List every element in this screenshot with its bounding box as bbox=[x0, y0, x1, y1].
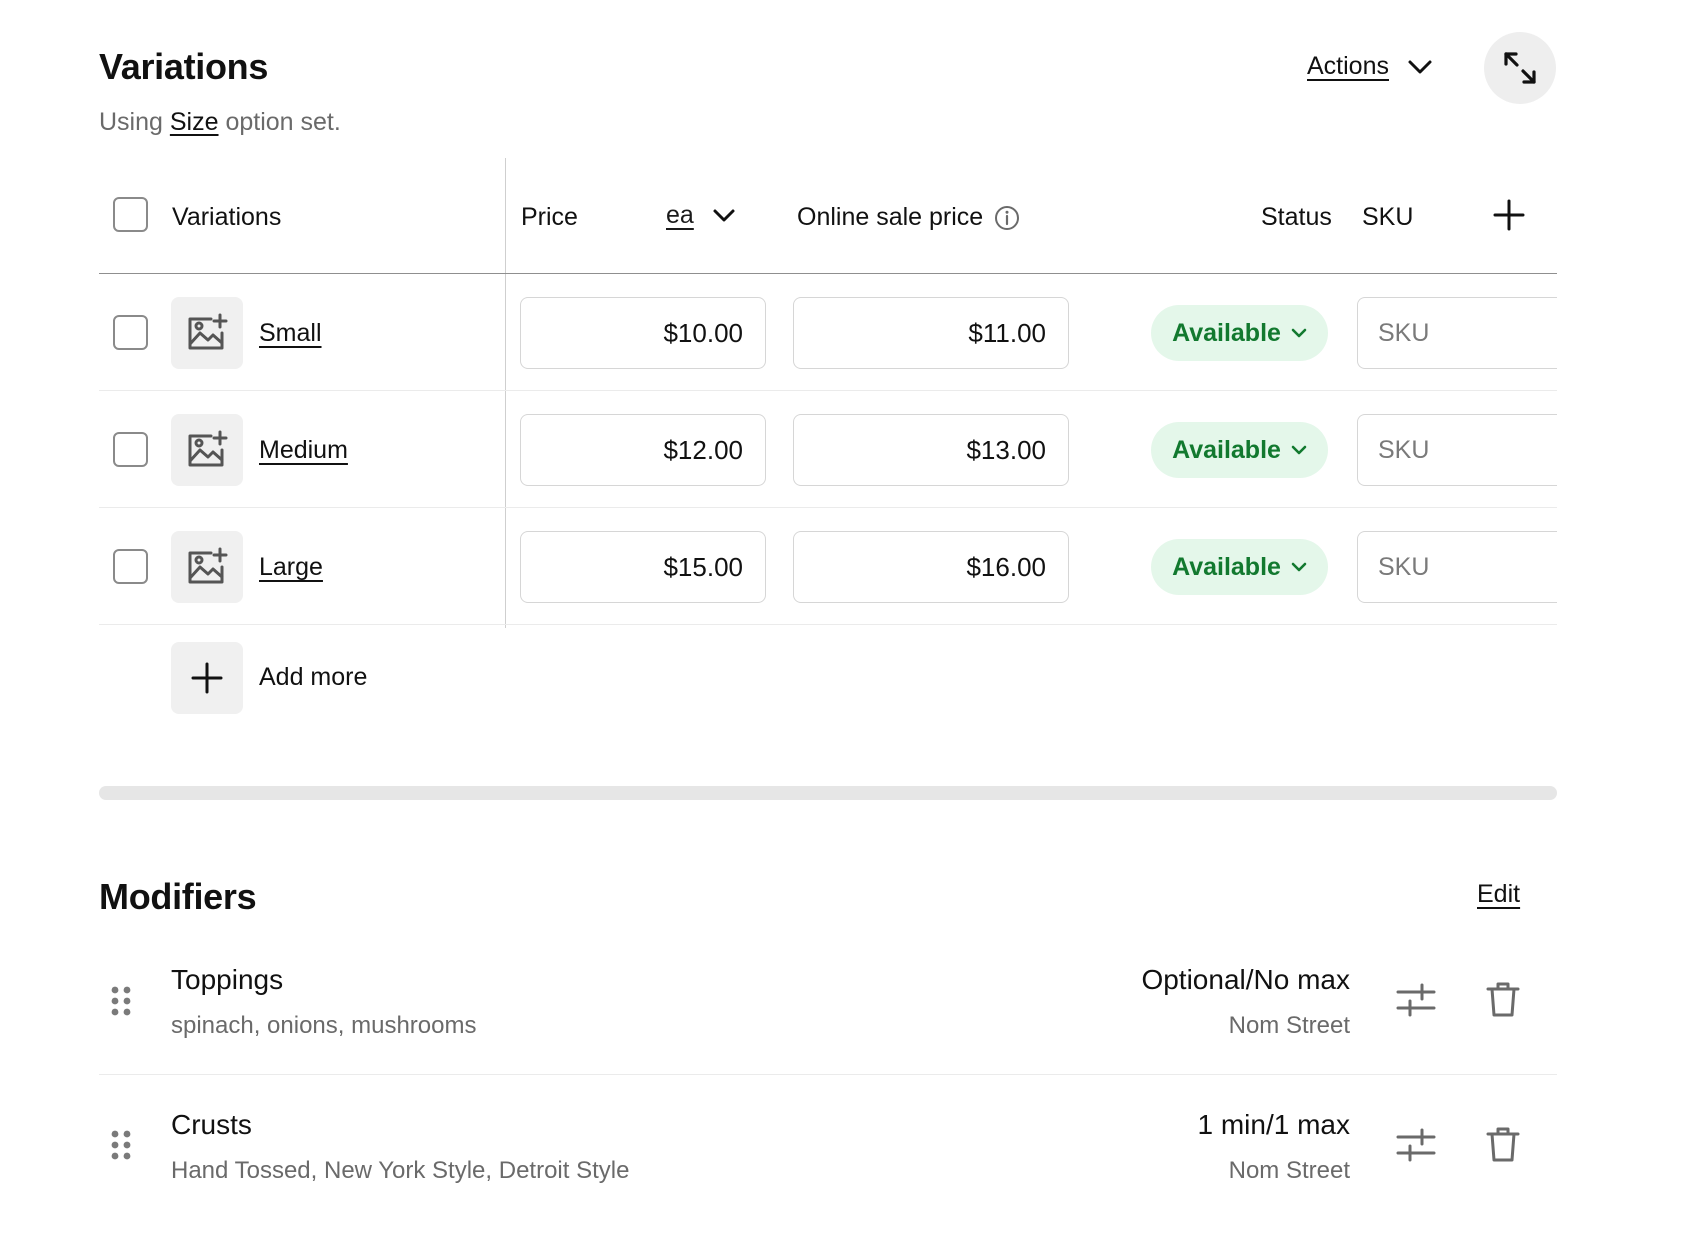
chevron-down-icon bbox=[1291, 445, 1307, 455]
chevron-down-icon bbox=[713, 209, 735, 222]
variations-title: Variations bbox=[99, 46, 269, 87]
sku-input-small[interactable]: SKU bbox=[1357, 297, 1557, 369]
row-divider bbox=[99, 507, 1557, 508]
plus-icon bbox=[191, 662, 223, 694]
column-header-sku: SKU bbox=[1362, 203, 1414, 231]
modifier-options-crusts: Hand Tossed, New York Style, Detroit Sty… bbox=[171, 1157, 630, 1184]
drag-handle-icon[interactable] bbox=[110, 985, 132, 1017]
column-header-status: Status bbox=[1261, 203, 1332, 231]
price-input-medium[interactable]: $12.00 bbox=[520, 414, 766, 486]
price-input-large[interactable]: $15.00 bbox=[520, 531, 766, 603]
sku-input-medium[interactable]: SKU bbox=[1357, 414, 1557, 486]
modifier-location-crusts: Nom Street bbox=[1228, 1157, 1350, 1184]
modifier-name-toppings: Toppings bbox=[171, 964, 284, 995]
option-set-subtitle: Using Size option set. bbox=[99, 108, 341, 137]
column-header-online-sale-price: Online sale price bbox=[797, 203, 984, 231]
info-icon[interactable] bbox=[994, 205, 1020, 231]
add-more-button[interactable] bbox=[171, 642, 243, 714]
image-add-icon bbox=[188, 313, 228, 350]
modifier-divider bbox=[99, 1074, 1557, 1075]
add-image-button-small[interactable] bbox=[171, 297, 243, 369]
modifier-options-toppings: spinach, onions, mushrooms bbox=[171, 1012, 477, 1039]
row-checkbox-small[interactable] bbox=[113, 315, 148, 350]
add-column-plus-icon[interactable] bbox=[1492, 198, 1526, 232]
add-more-label[interactable]: Add more bbox=[259, 663, 367, 692]
subtitle-suffix: option set. bbox=[225, 108, 341, 136]
row-divider bbox=[99, 624, 1557, 625]
modifier-location-toppings: Nom Street bbox=[1228, 1012, 1350, 1039]
sku-input-large[interactable]: SKU bbox=[1357, 531, 1557, 603]
column-header-price: Price bbox=[521, 203, 578, 231]
trash-icon[interactable] bbox=[1486, 980, 1520, 1018]
status-dropdown-large[interactable]: Available bbox=[1151, 539, 1328, 595]
actions-label: Actions bbox=[1307, 52, 1389, 80]
subtitle-prefix: Using bbox=[99, 108, 163, 136]
row-checkbox-medium[interactable] bbox=[113, 432, 148, 467]
modifier-rule-crusts: 1 min/1 max bbox=[1197, 1109, 1351, 1140]
row-checkbox-large[interactable] bbox=[113, 549, 148, 584]
modifier-rule-toppings: Optional/No max bbox=[1141, 964, 1350, 995]
status-dropdown-medium[interactable]: Available bbox=[1151, 422, 1328, 478]
price-unit-dropdown[interactable]: ea bbox=[666, 201, 736, 230]
sliders-icon[interactable] bbox=[1396, 982, 1436, 1018]
status-label: Available bbox=[1172, 435, 1281, 464]
variation-name-large[interactable]: Large bbox=[259, 553, 323, 582]
row-divider bbox=[99, 390, 1557, 391]
option-set-link[interactable]: Size bbox=[170, 108, 219, 136]
expand-icon bbox=[1504, 52, 1536, 84]
status-label: Available bbox=[1172, 552, 1281, 581]
drag-handle-icon[interactable] bbox=[110, 1129, 132, 1161]
modifiers-edit-link[interactable]: Edit bbox=[1477, 880, 1520, 909]
image-add-icon bbox=[188, 430, 228, 467]
variation-name-small[interactable]: Small bbox=[259, 319, 322, 348]
add-image-button-large[interactable] bbox=[171, 531, 243, 603]
trash-icon[interactable] bbox=[1486, 1125, 1520, 1163]
price-unit-label: ea bbox=[666, 201, 694, 229]
chevron-down-icon bbox=[1408, 60, 1432, 73]
header-divider bbox=[99, 273, 1557, 274]
sliders-icon[interactable] bbox=[1396, 1127, 1436, 1163]
status-label: Available bbox=[1172, 318, 1281, 347]
modifiers-title: Modifiers bbox=[99, 876, 257, 917]
add-image-button-medium[interactable] bbox=[171, 414, 243, 486]
status-dropdown-small[interactable]: Available bbox=[1151, 305, 1328, 361]
frozen-column-divider bbox=[505, 158, 506, 628]
expand-button[interactable] bbox=[1484, 32, 1556, 104]
column-header-variations: Variations bbox=[172, 203, 282, 231]
actions-menu-button[interactable]: Actions bbox=[1307, 52, 1433, 81]
online-price-input-small[interactable]: $11.00 bbox=[793, 297, 1069, 369]
online-price-input-large[interactable]: $16.00 bbox=[793, 531, 1069, 603]
chevron-down-icon bbox=[1291, 328, 1307, 338]
select-all-checkbox[interactable] bbox=[113, 197, 148, 232]
chevron-down-icon bbox=[1291, 562, 1307, 572]
image-add-icon bbox=[188, 547, 228, 584]
modifier-name-crusts: Crusts bbox=[171, 1109, 252, 1140]
price-input-small[interactable]: $10.00 bbox=[520, 297, 766, 369]
variation-name-medium[interactable]: Medium bbox=[259, 436, 348, 465]
online-price-input-medium[interactable]: $13.00 bbox=[793, 414, 1069, 486]
horizontal-scrollbar[interactable] bbox=[99, 786, 1557, 800]
